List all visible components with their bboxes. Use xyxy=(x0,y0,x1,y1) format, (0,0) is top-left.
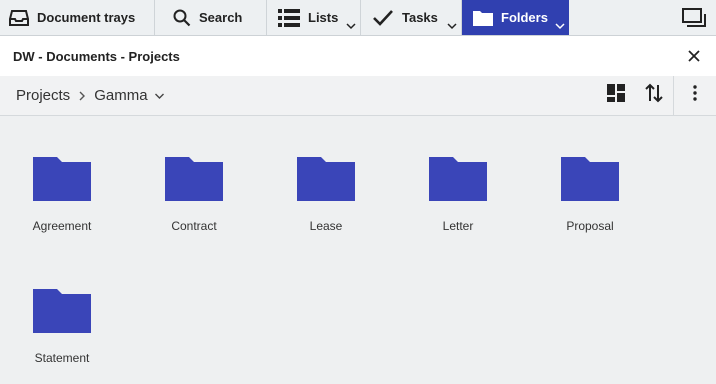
folder-item[interactable]: Lease xyxy=(266,157,386,233)
tab-tasks[interactable]: Tasks xyxy=(361,0,462,35)
folder-item[interactable]: Statement xyxy=(2,289,122,365)
grid-view-button[interactable] xyxy=(597,76,635,115)
tab-search[interactable]: Search xyxy=(155,0,267,35)
tab-label: Search xyxy=(199,10,243,25)
main-toolbar: Document trays Search Lists Tasks Folder… xyxy=(0,0,716,36)
folder-label: Proposal xyxy=(566,219,614,233)
page-title: DW - Documents - Projects xyxy=(13,49,180,64)
window-icon[interactable] xyxy=(682,8,706,33)
tray-icon xyxy=(9,9,29,26)
tab-label: Tasks xyxy=(402,10,438,25)
tab-lists[interactable]: Lists xyxy=(267,0,361,35)
folder-icon xyxy=(398,157,518,206)
folder-item[interactable]: Agreement xyxy=(2,157,122,233)
sort-icon xyxy=(645,83,663,108)
chevron-down-icon[interactable] xyxy=(555,18,565,33)
folder-icon xyxy=(473,10,493,26)
panel-header: DW - Documents - Projects xyxy=(0,36,716,76)
tab-label: Folders xyxy=(501,10,548,25)
checkmark-icon xyxy=(372,9,394,27)
chevron-down-icon[interactable] xyxy=(346,18,356,33)
chevron-right-icon xyxy=(78,90,86,102)
tab-folders[interactable]: Folders xyxy=(462,0,569,35)
more-options-button[interactable] xyxy=(674,76,716,115)
chevron-down-icon[interactable] xyxy=(447,18,457,33)
tab-label: Lists xyxy=(308,10,339,25)
search-icon xyxy=(173,9,191,27)
folder-icon xyxy=(2,157,122,206)
folder-icon xyxy=(530,157,650,206)
breadcrumb-bar: Projects Gamma xyxy=(0,76,716,116)
chevron-down-icon[interactable] xyxy=(154,92,165,100)
folder-label: Lease xyxy=(309,219,343,233)
folder-icon xyxy=(266,157,386,206)
tab-label: Document trays xyxy=(37,10,136,25)
sort-button[interactable] xyxy=(635,76,673,115)
grid-view-icon xyxy=(607,84,625,107)
more-vert-icon xyxy=(693,85,697,106)
folder-item[interactable]: Contract xyxy=(134,157,254,233)
breadcrumb-item-projects[interactable]: Projects xyxy=(16,87,70,104)
folder-label: Statement xyxy=(34,351,90,365)
close-icon[interactable] xyxy=(688,49,700,67)
folder-label: Agreement xyxy=(32,219,92,233)
tab-document-trays[interactable]: Document trays xyxy=(0,0,155,35)
folder-item[interactable]: Letter xyxy=(398,157,518,233)
breadcrumb: Projects Gamma xyxy=(16,87,165,104)
folder-label: Letter xyxy=(442,219,474,233)
view-tools xyxy=(597,76,716,115)
breadcrumb-item-gamma[interactable]: Gamma xyxy=(94,87,147,104)
folder-label: Contract xyxy=(171,219,217,233)
folder-icon xyxy=(134,157,254,206)
list-icon xyxy=(278,8,300,27)
folder-icon xyxy=(2,289,122,338)
folder-item[interactable]: Proposal xyxy=(530,157,650,233)
